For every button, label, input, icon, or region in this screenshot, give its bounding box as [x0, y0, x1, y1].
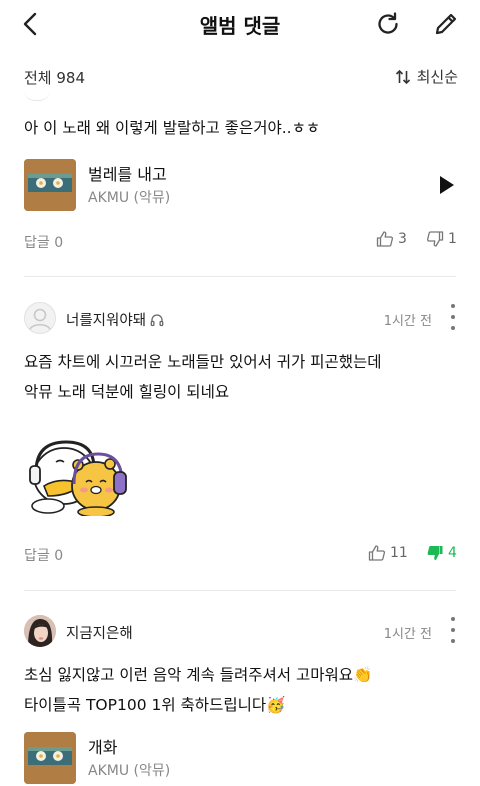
attached-song[interactable]: 벌레를 내고 AKMU (악뮤): [24, 159, 454, 213]
kebab-dot-icon: [451, 639, 455, 643]
song-title: 벌레를 내고: [88, 165, 167, 184]
write-comment-button[interactable]: [430, 8, 462, 40]
page-title: 앨범 댓글: [199, 14, 281, 38]
comment-text: 아 이 노래 왜 이렇게 발랄하고 좋은거야..ㅎㅎ: [24, 119, 321, 137]
top-app-bar: 앨범 댓글: [0, 0, 480, 48]
play-button[interactable]: [434, 173, 458, 197]
more-options-button[interactable]: [450, 617, 456, 643]
username[interactable]: 너를지워야돼: [66, 309, 164, 330]
thumbs-up-icon: [368, 545, 386, 561]
song-title: 개화: [88, 738, 118, 757]
more-options-button[interactable]: [450, 304, 456, 330]
comment-text-line: 악뮤 노래 덕분에 힐링이 되네요: [24, 383, 230, 401]
avatar[interactable]: [24, 615, 56, 647]
kebab-dot-icon: [451, 304, 455, 308]
sort-toggle[interactable]: 최신순: [395, 66, 458, 87]
kebab-dot-icon: [451, 617, 455, 621]
thumbs-down-filled-icon: [427, 546, 443, 560]
album-art: [24, 159, 76, 211]
comment-header: 지금지은해 1시간 전: [24, 615, 456, 649]
reply-button[interactable]: 답글 0: [24, 545, 63, 565]
sort-label: 최신순: [416, 68, 458, 86]
thumbs-down-icon: [426, 231, 444, 247]
song-artist: AKMU (악뮤): [88, 763, 171, 779]
kakao-friends-headphones-sticker: [29, 440, 127, 518]
headphones-icon: [150, 313, 164, 326]
dislike-button[interactable]: 1: [426, 230, 457, 248]
comment-text-line: 초심 잃지않고 이런 음악 계속 들려주셔서 고마워요👏: [24, 666, 373, 684]
divider: [24, 276, 456, 277]
like-button[interactable]: 11: [368, 544, 408, 562]
divider: [24, 590, 456, 591]
dislike-count: 1: [448, 231, 457, 247]
song-artist: AKMU (악뮤): [88, 190, 171, 206]
dislike-count: 4: [448, 545, 457, 561]
total-count: 전체 984: [24, 69, 85, 87]
default-user-icon: [29, 308, 51, 331]
pencil-icon: [435, 13, 457, 35]
timestamp: 1시간 전: [383, 314, 432, 329]
like-count: 3: [398, 231, 407, 247]
username-text: 너를지워야돼: [66, 313, 147, 329]
avatar[interactable]: [24, 302, 56, 334]
comment-text-line: 타이틀곡 TOP100 1위 축하드립니다🥳: [24, 696, 286, 714]
album-art: [24, 732, 76, 784]
like-count: 11: [390, 545, 408, 561]
user-photo-icon: [24, 615, 56, 647]
timestamp: 1시간 전: [383, 627, 432, 642]
kebab-dot-icon: [451, 628, 455, 632]
thumbs-up-icon: [376, 231, 394, 247]
dislike-button[interactable]: 4: [426, 544, 457, 562]
play-icon: [440, 176, 454, 194]
sort-arrows-icon: [395, 69, 410, 84]
comment-header: 너를지워야돼 1시간 전: [24, 302, 456, 336]
kebab-dot-icon: [451, 326, 455, 330]
attached-song[interactable]: 개화 AKMU (악뮤): [24, 732, 444, 786]
refresh-icon: [378, 12, 398, 34]
avatar: [24, 90, 50, 101]
refresh-button[interactable]: [372, 8, 404, 40]
comment-text-line: 요즘 차트에 시끄러운 노래들만 있어서 귀가 피곤했는데: [24, 353, 382, 371]
reply-button[interactable]: 답글 0: [24, 232, 63, 252]
emoticon-sticker: [26, 432, 130, 518]
kebab-dot-icon: [451, 315, 455, 319]
username[interactable]: 지금지은해: [66, 622, 133, 643]
like-button[interactable]: 3: [376, 230, 407, 248]
